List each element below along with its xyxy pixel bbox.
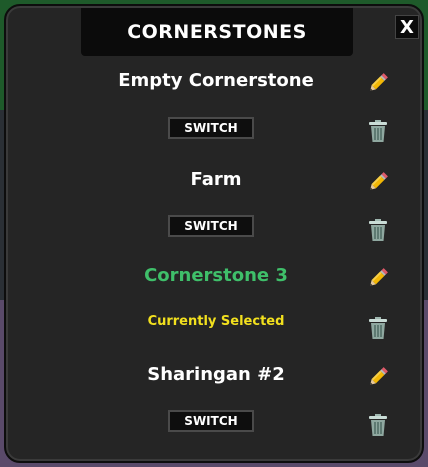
panel-title: CORNERSTONES <box>127 21 307 43</box>
close-button[interactable]: X <box>395 15 419 39</box>
pencil-icon[interactable] <box>365 265 391 291</box>
slot-name-selected: Cornerstone 3 <box>144 265 288 286</box>
trash-icon[interactable] <box>365 315 391 341</box>
pencil-icon[interactable] <box>365 364 391 390</box>
trash-icon[interactable] <box>365 412 391 438</box>
slot-name: Sharingan #2 <box>147 364 285 385</box>
switch-button[interactable]: SWITCH <box>168 117 254 139</box>
title-bar: CORNERSTONES <box>81 8 353 56</box>
cornerstones-panel: CORNERSTONES X Empty Cornerstone SWITCH … <box>4 4 424 463</box>
pencil-icon[interactable] <box>365 169 391 195</box>
trash-icon[interactable] <box>365 118 391 144</box>
pencil-icon[interactable] <box>365 70 391 96</box>
trash-icon[interactable] <box>365 217 391 243</box>
switch-button[interactable]: SWITCH <box>168 215 254 237</box>
slot-name: Empty Cornerstone <box>118 70 314 91</box>
currently-selected-label: Currently Selected <box>147 314 285 329</box>
switch-button[interactable]: SWITCH <box>168 410 254 432</box>
slot-name: Farm <box>190 169 242 190</box>
